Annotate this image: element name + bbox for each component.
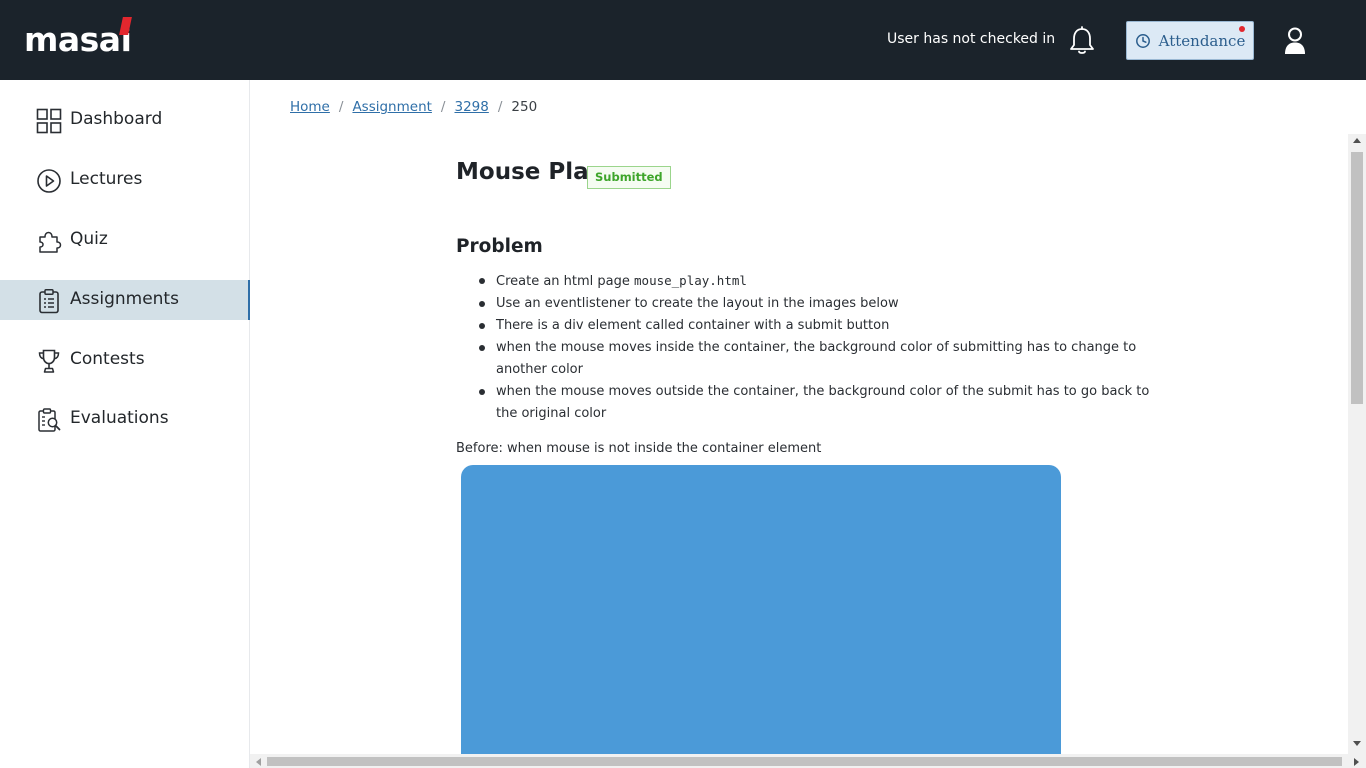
logo-i: i xyxy=(118,17,132,60)
sidebar-item-label: Lectures xyxy=(70,169,143,189)
clock-icon xyxy=(1135,33,1150,48)
breadcrumb-current: 250 xyxy=(511,99,538,115)
logo-text: masa xyxy=(24,20,121,59)
inline-code: mouse_play.html xyxy=(634,273,747,288)
checkin-status-text: User has not checked in xyxy=(887,31,1056,47)
breadcrumb-separator: / xyxy=(440,99,446,115)
list-item: Use an eventlistener to create the layou… xyxy=(456,293,1156,315)
sidebar-item-label: Contests xyxy=(70,349,145,369)
notification-dot xyxy=(1239,26,1245,32)
list-item: when the mouse moves inside the containe… xyxy=(456,337,1156,381)
sidebar-item-label: Evaluations xyxy=(70,408,169,428)
scroll-left-arrow-icon[interactable] xyxy=(256,758,261,766)
status-badge: Submitted xyxy=(587,166,671,189)
problem-heading: Problem xyxy=(456,236,543,257)
sidebar-item-dashboard[interactable]: Dashboard xyxy=(0,100,250,140)
scrollbar-thumb[interactable] xyxy=(1351,152,1363,404)
attendance-button[interactable]: Attendance xyxy=(1126,21,1254,60)
scroll-down-arrow-icon[interactable] xyxy=(1353,741,1361,746)
page-title: Mouse Play xyxy=(456,159,603,185)
trophy-icon xyxy=(38,349,60,373)
dashboard-grid-icon xyxy=(36,108,62,134)
list-item: There is a div element called container … xyxy=(456,315,1156,337)
sidebar-item-quiz[interactable]: Quiz xyxy=(0,220,250,260)
sidebar-item-label: Assignments xyxy=(70,289,179,309)
horizontal-scrollbar[interactable] xyxy=(250,754,1366,768)
attendance-label: Attendance xyxy=(1158,31,1246,50)
masai-logo[interactable]: masa i xyxy=(24,17,132,60)
main-content: Home / Assignment / 3298 / 250 Mouse Pla… xyxy=(250,80,1366,768)
breadcrumb-course-link[interactable]: 3298 xyxy=(454,99,488,115)
vertical-scrollbar[interactable] xyxy=(1348,134,1366,754)
sidebar-item-assignments[interactable]: Assignments xyxy=(0,280,250,320)
sidebar-item-evaluations[interactable]: Evaluations xyxy=(0,399,250,439)
bell-icon[interactable] xyxy=(1068,26,1096,56)
sidebar-item-contests[interactable]: Contests xyxy=(0,340,250,380)
breadcrumb-separator: / xyxy=(497,99,503,115)
problem-list: Create an html page mouse_play.html Use … xyxy=(456,270,1156,425)
breadcrumb-home-link[interactable]: Home xyxy=(290,99,330,115)
sidebar-item-label: Dashboard xyxy=(70,109,163,129)
clipboard-icon xyxy=(39,289,59,314)
breadcrumb-assignment-link[interactable]: Assignment xyxy=(352,99,431,115)
user-profile-icon[interactable] xyxy=(1282,26,1308,56)
scrollbar-thumb[interactable] xyxy=(267,757,1342,766)
breadcrumb: Home / Assignment / 3298 / 250 xyxy=(290,99,537,115)
breadcrumb-separator: / xyxy=(338,99,344,115)
scroll-right-arrow-icon[interactable] xyxy=(1354,758,1359,766)
example-container-image xyxy=(461,465,1061,765)
top-navbar: masa i User has not checked in Attendance xyxy=(0,0,1366,80)
before-caption: Before: when mouse is not inside the con… xyxy=(456,441,822,456)
evaluation-search-icon xyxy=(38,408,61,432)
sidebar-item-label: Quiz xyxy=(70,229,108,249)
sidebar-item-lectures[interactable]: Lectures xyxy=(0,160,250,200)
scroll-up-arrow-icon[interactable] xyxy=(1353,138,1361,143)
list-item: Create an html page mouse_play.html xyxy=(456,270,1156,293)
sidebar: Dashboard Lectures Quiz Assignments Cont… xyxy=(0,80,250,768)
play-circle-icon xyxy=(37,169,61,193)
puzzle-icon xyxy=(39,231,62,253)
list-item: when the mouse moves outside the contain… xyxy=(456,381,1156,425)
